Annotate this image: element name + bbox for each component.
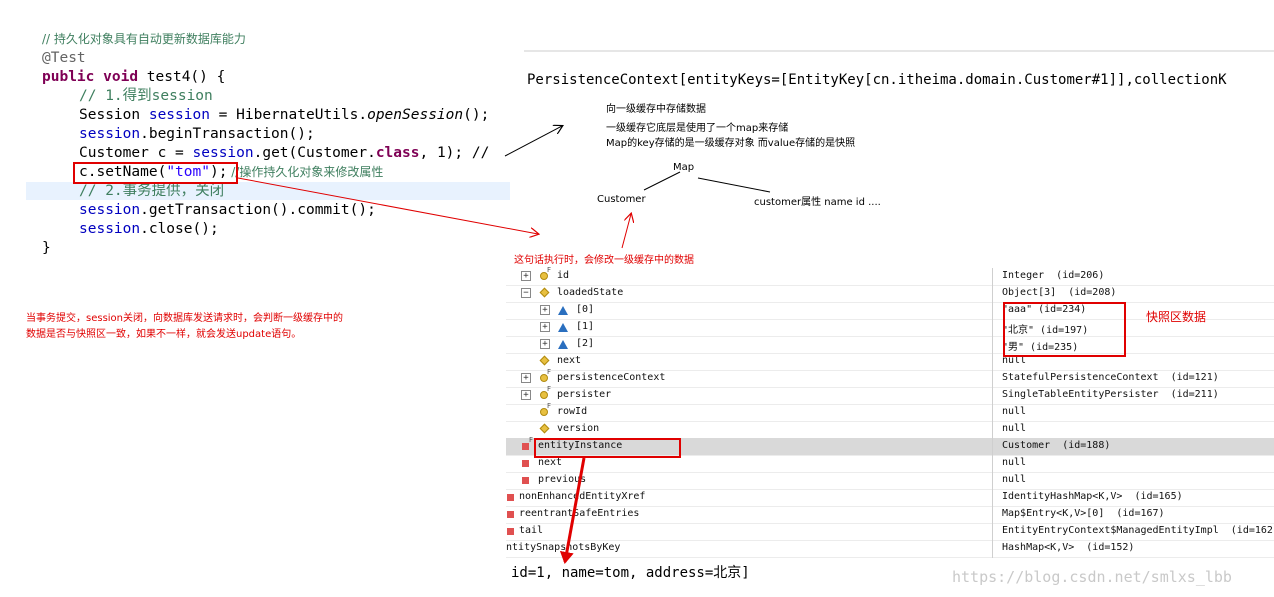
arrow-to-persistence-context [504, 126, 562, 157]
arrow-entity-to-detail [559, 457, 586, 564]
arrow-note-to-customer [621, 214, 631, 249]
map-to-customer-line [643, 171, 681, 191]
arrow-setname-to-cache [237, 177, 538, 234]
map-to-attrs-line [697, 177, 771, 193]
annotation-arrows [237, 0, 771, 564]
